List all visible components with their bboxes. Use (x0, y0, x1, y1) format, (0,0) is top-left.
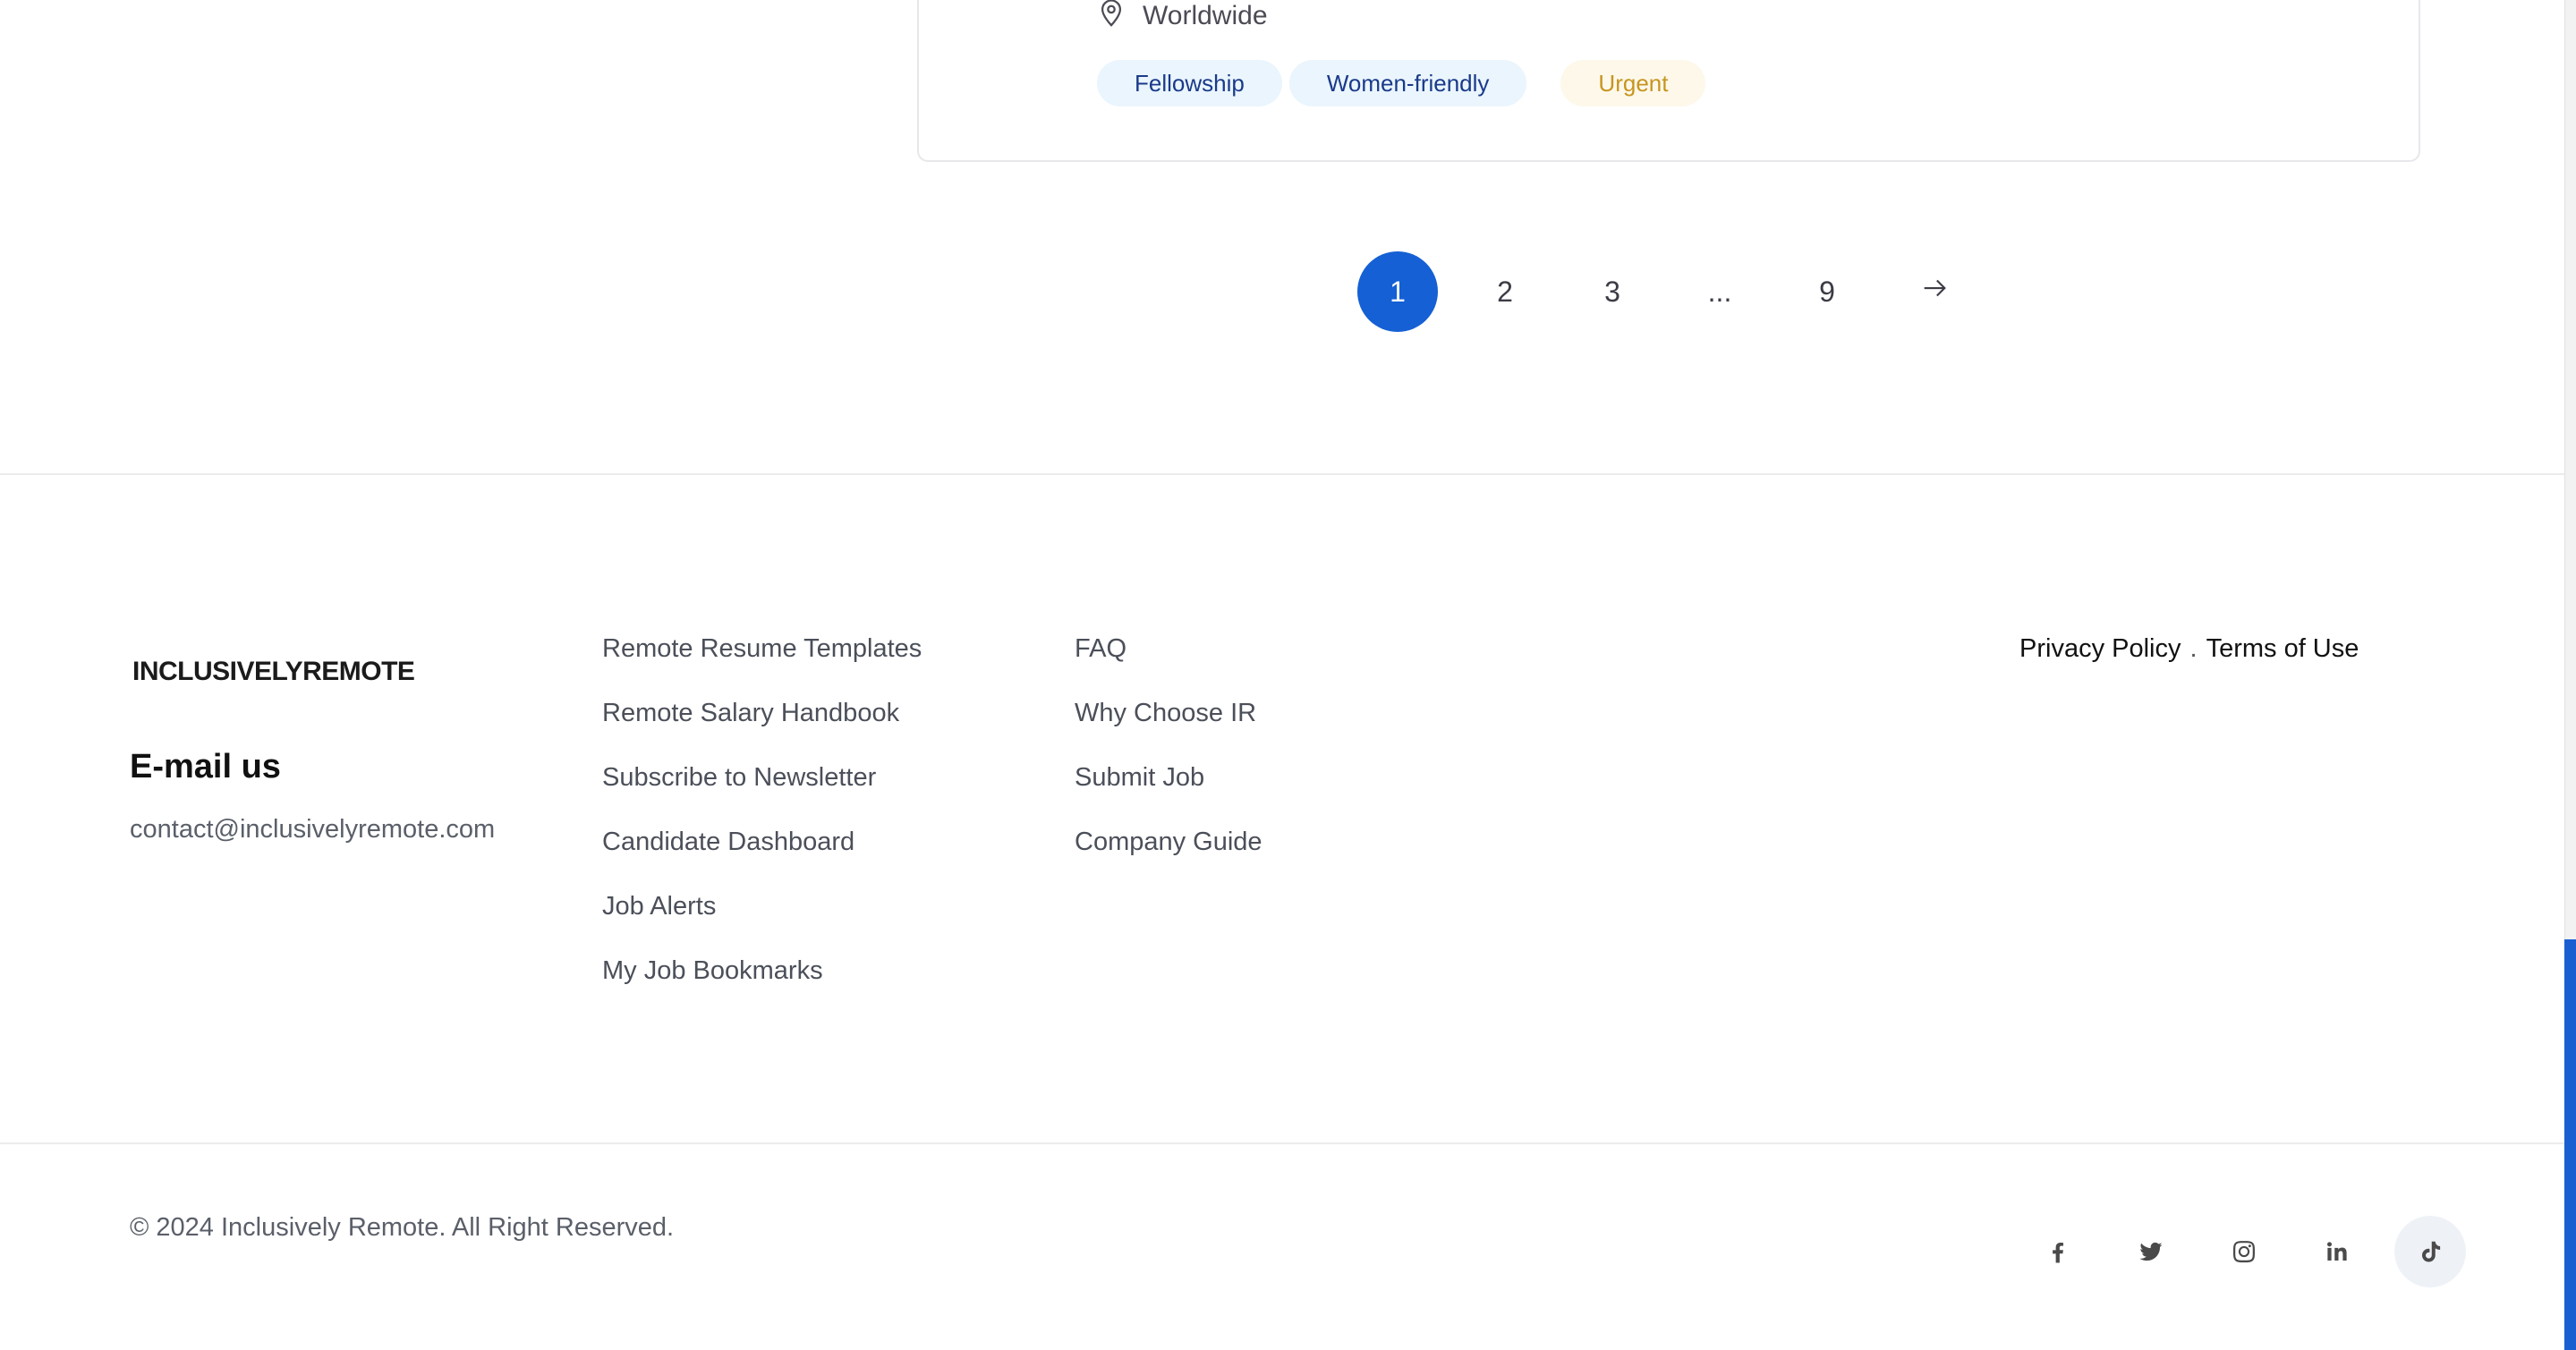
footer-link-salary-handbook[interactable]: Remote Salary Handbook (602, 695, 922, 760)
page-2[interactable]: 2 (1465, 251, 1545, 332)
tag-urgent: Urgent (1560, 60, 1706, 106)
section-divider (0, 473, 2564, 475)
footer-link-job-alerts[interactable]: Job Alerts (602, 888, 922, 953)
footer-links-resources: Remote Resume Templates Remote Salary Ha… (602, 631, 922, 1017)
privacy-policy-link[interactable]: Privacy Policy (2019, 631, 2181, 667)
footer-link-submit-job[interactable]: Submit Job (1075, 760, 1262, 824)
footer-link-company-guide[interactable]: Company Guide (1075, 824, 1262, 888)
pagination: 1 2 3 ... 9 (1357, 251, 2002, 332)
linkedin-icon[interactable] (2301, 1216, 2373, 1287)
footer-logo[interactable]: INCLUSIVELYREMOTE (132, 657, 415, 687)
footer-link-resume-templates[interactable]: Remote Resume Templates (602, 631, 922, 695)
footer-link-newsletter[interactable]: Subscribe to Newsletter (602, 760, 922, 824)
arrow-right-icon (1919, 273, 1950, 310)
location-text: Worldwide (1143, 1, 1268, 30)
facebook-icon[interactable] (2022, 1216, 2094, 1287)
footer-link-candidate-dashboard[interactable]: Candidate Dashboard (602, 824, 922, 888)
footer-link-faq[interactable]: FAQ (1075, 631, 1262, 695)
social-links (2022, 1216, 2466, 1287)
page-1[interactable]: 1 (1357, 251, 1438, 332)
email-heading: E-mail us (130, 748, 281, 785)
tag-women-friendly[interactable]: Women-friendly (1288, 60, 1527, 106)
instagram-icon[interactable] (2208, 1216, 2280, 1287)
page-3[interactable]: 3 (1572, 251, 1653, 332)
footer-links-company: FAQ Why Choose IR Submit Job Company Gui… (1075, 631, 1262, 888)
tiktok-icon[interactable] (2394, 1216, 2466, 1287)
page-9[interactable]: 9 (1787, 251, 1867, 332)
legal-separator: . (2189, 634, 2198, 663)
twitter-icon[interactable] (2115, 1216, 2187, 1287)
page-ellipsis: ... (1707, 275, 1732, 308)
tag-fellowship[interactable]: Fellowship (1097, 60, 1282, 106)
footer-divider (0, 1142, 2564, 1144)
footer-link-why-choose[interactable]: Why Choose IR (1075, 695, 1262, 760)
scrollbar-thumb[interactable] (2564, 939, 2576, 1350)
legal-links: Privacy Policy . Terms of Use (2019, 631, 2359, 667)
location-pin-icon (1096, 0, 1126, 36)
email-link[interactable]: contact@inclusivelyremote.com (130, 815, 495, 845)
job-location: Worldwide (1096, 0, 1268, 32)
next-page-button[interactable] (1894, 251, 1975, 332)
footer-link-job-bookmarks[interactable]: My Job Bookmarks (602, 953, 922, 1017)
copyright-text: © 2024 Inclusively Remote. All Right Res… (130, 1213, 675, 1242)
terms-of-use-link[interactable]: Terms of Use (2206, 631, 2359, 667)
job-tags: Fellowship Women-friendly Urgent (1097, 60, 1706, 106)
